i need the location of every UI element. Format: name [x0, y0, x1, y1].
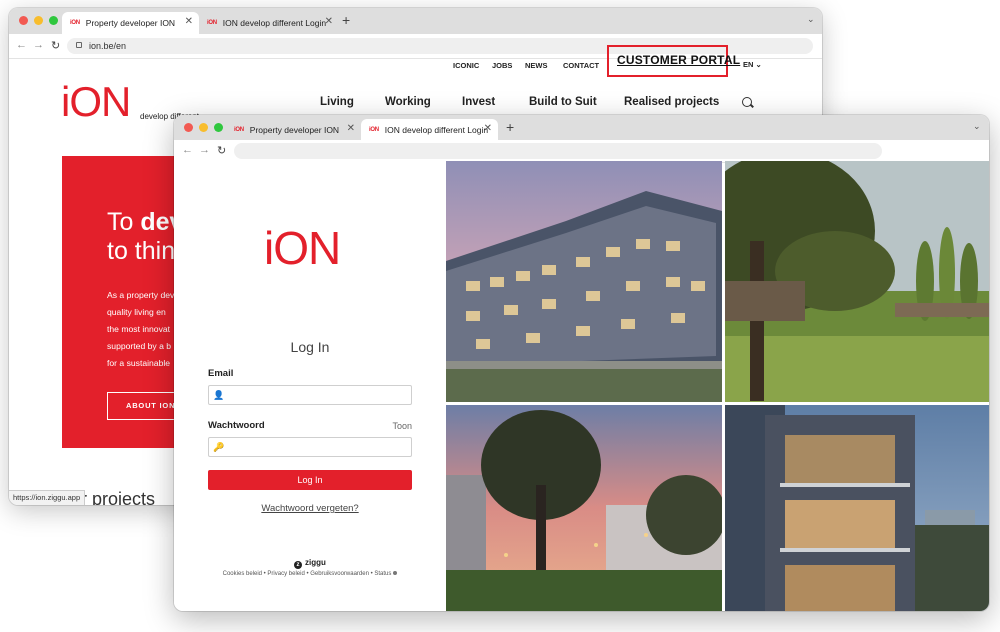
tab-login[interactable]: iON ION develop different Login ✕	[199, 12, 339, 34]
ion-logo[interactable]: iON	[61, 78, 131, 126]
customer-portal-link[interactable]: CUSTOMER PORTAL	[617, 53, 740, 67]
forward-arrow-icon[interactable]: →	[33, 39, 44, 51]
language-label: EN	[743, 60, 754, 69]
tab-property-developer[interactable]: iON Property developer ION ✕	[226, 119, 361, 141]
nav-working[interactable]: Working	[385, 96, 431, 108]
reload-icon[interactable]: ↻	[51, 39, 60, 52]
hero-heading-part: To	[107, 208, 141, 236]
link-news[interactable]: NEWS	[525, 61, 548, 70]
address-bar: ← → ↻	[174, 140, 989, 163]
chevron-down-icon: ⌄	[755, 60, 762, 69]
forward-arrow-icon[interactable]: →	[199, 144, 210, 156]
login-button[interactable]: Log In	[208, 470, 412, 490]
nav-invest[interactable]: Invest	[462, 96, 495, 108]
hero-line: supported by a b	[107, 341, 172, 351]
hero-heading: To dev to thin	[107, 208, 183, 266]
user-icon: 👤	[213, 390, 225, 400]
key-icon: 🔑	[213, 442, 225, 452]
chevron-down-icon[interactable]: ⌄	[807, 14, 815, 25]
maximize-window-button[interactable]	[49, 16, 58, 25]
forgot-password-link[interactable]: Wachtwoord vergeten?	[174, 503, 446, 514]
hero-paragraph: As a property dev quality living en the …	[107, 287, 174, 372]
search-icon[interactable]	[742, 97, 752, 107]
tab-bar: iON Property developer ION ✕ iON ION dev…	[9, 8, 822, 34]
nav-living[interactable]: Living	[320, 96, 354, 108]
hero-line: quality living en	[107, 307, 166, 317]
window-controls	[184, 123, 223, 132]
tab-bar: iON Property developer ION ✕ iON ION dev…	[174, 115, 989, 141]
show-password-toggle[interactable]: Toon	[392, 421, 412, 431]
url-field[interactable]	[234, 143, 882, 159]
email-field[interactable]	[208, 385, 412, 405]
photo-balconies-evening	[725, 405, 989, 611]
close-icon[interactable]: ✕	[185, 16, 193, 27]
footer-links-text: Cookies beleid • Privacy beleid • Gebrui…	[222, 571, 392, 577]
chevron-down-icon[interactable]: ⌄	[973, 121, 981, 132]
url-text: ion.be/en	[89, 41, 127, 51]
login-title: Log In	[290, 339, 330, 355]
photo-trees-meadow	[725, 161, 989, 402]
hero-line: As a property dev	[107, 290, 175, 300]
hero-line: for a sustainable	[107, 358, 171, 368]
password-field[interactable]	[208, 437, 412, 457]
minimize-window-button[interactable]	[199, 123, 208, 132]
hero-heading-line2: to thin	[107, 237, 176, 265]
reload-icon[interactable]: ↻	[217, 144, 226, 157]
close-icon[interactable]: ✕	[325, 16, 333, 27]
tab-property-developer[interactable]: iON Property developer ION ✕	[62, 12, 199, 34]
footer-links[interactable]: Cookies beleid • Privacy beleid • Gebrui…	[174, 571, 446, 577]
hero-line: the most innovat	[107, 324, 171, 334]
link-iconic[interactable]: ICONIC	[453, 61, 479, 70]
status-dot-icon	[393, 571, 398, 575]
close-window-button[interactable]	[19, 16, 28, 25]
nav-build-to-suit[interactable]: Build to Suit	[529, 96, 597, 108]
photo-apartment-building	[446, 161, 722, 402]
ion-favicon-icon: iON	[369, 127, 379, 133]
ziggu-brand-name: ziggu	[305, 558, 326, 567]
close-window-button[interactable]	[184, 123, 193, 132]
link-jobs[interactable]: JOBS	[492, 61, 512, 70]
maximize-window-button[interactable]	[214, 123, 223, 132]
link-contact[interactable]: CONTACT	[563, 61, 599, 70]
back-arrow-icon[interactable]: ←	[182, 144, 193, 156]
tab-title: Property developer ION	[85, 18, 176, 28]
ion-logo: iON	[264, 222, 341, 274]
tab-title: ION develop different Login	[384, 125, 489, 135]
browser-window-front: iON Property developer ION ✕ iON ION dev…	[174, 115, 989, 611]
window-controls	[19, 16, 58, 25]
login-panel: iON Log In Email 👤 Wachtwoord Toon 🔑 Log…	[174, 161, 446, 611]
status-bar-url: https://ion.ziggu.app	[9, 490, 86, 505]
lock-icon	[76, 42, 82, 48]
email-label: Email	[208, 368, 234, 379]
ziggu-brand: z ziggu	[174, 558, 446, 569]
ion-favicon-icon: iON	[234, 127, 244, 133]
password-label: Wachtwoord	[208, 420, 265, 431]
ziggu-logo-icon: z	[294, 561, 303, 569]
tab-title: Property developer ION	[249, 125, 340, 135]
photo-courtyard-sunset	[446, 405, 722, 611]
ion-favicon-icon: iON	[207, 20, 217, 26]
back-arrow-icon[interactable]: ←	[16, 39, 27, 51]
close-icon[interactable]: ✕	[347, 123, 355, 134]
nav-realised-projects[interactable]: Realised projects	[624, 96, 719, 108]
tab-login[interactable]: iON ION develop different Login ✕	[361, 119, 498, 141]
close-icon[interactable]: ✕	[484, 123, 492, 134]
plus-icon[interactable]: +	[342, 12, 350, 28]
tab-title: ION develop different Login	[222, 18, 327, 28]
minimize-window-button[interactable]	[34, 16, 43, 25]
plus-icon[interactable]: +	[506, 119, 514, 135]
language-selector[interactable]: EN ⌄	[743, 60, 762, 69]
ion-favicon-icon: iON	[70, 20, 80, 26]
